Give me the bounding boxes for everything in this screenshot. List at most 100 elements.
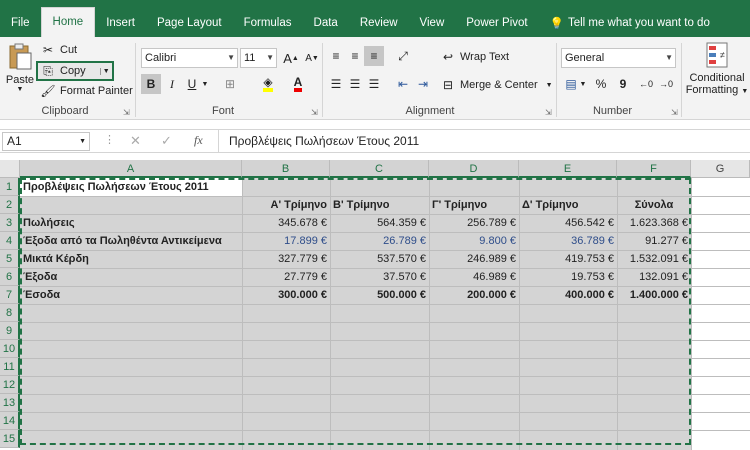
orientation-icon[interactable]: ⤢: [393, 46, 413, 66]
tab-view[interactable]: View: [409, 0, 456, 37]
bold-button[interactable]: B: [141, 74, 161, 94]
col-header-a[interactable]: A: [20, 160, 242, 178]
increase-decimal-icon[interactable]: ←0: [636, 74, 656, 94]
tab-power-pivot[interactable]: Power Pivot: [455, 0, 538, 37]
fill-color-icon[interactable]: ◈: [258, 74, 278, 94]
font-name-combo[interactable]: Calibri ▼: [141, 48, 238, 68]
tab-review[interactable]: Review: [349, 0, 409, 37]
row-header[interactable]: 4: [0, 232, 20, 250]
col-header-d[interactable]: D: [429, 160, 519, 178]
clipboard-group-label: Clipboard: [41, 105, 89, 117]
underline-button[interactable]: U: [182, 74, 202, 94]
comma-style-button[interactable]: 9: [613, 74, 633, 94]
decrease-font-icon[interactable]: A ▼: [302, 48, 322, 68]
cut-button[interactable]: ✂ Cut: [40, 42, 77, 58]
increase-indent-icon[interactable]: ⇥: [413, 74, 433, 94]
col-header-g[interactable]: G: [691, 160, 750, 178]
chevron-down-icon[interactable]: ▼: [200, 74, 210, 94]
copy-button[interactable]: ⎘ Copy ▼: [36, 61, 114, 81]
number-group-label: Number: [592, 105, 633, 117]
tab-file[interactable]: File: [0, 0, 41, 37]
copy-label: Copy: [60, 65, 86, 77]
font-size-combo[interactable]: 11 ▼: [240, 48, 277, 68]
paste-button[interactable]: Paste ▼: [4, 43, 36, 103]
row-header[interactable]: 3: [0, 214, 20, 232]
row-header[interactable]: 8: [0, 304, 20, 322]
dialog-launcher-icon[interactable]: ⇲: [671, 108, 678, 117]
row-header[interactable]: 6: [0, 268, 20, 286]
cut-label: Cut: [60, 44, 78, 56]
format-painter-button[interactable]: 🖌 Format Painter: [40, 83, 132, 99]
col-header-e[interactable]: E: [519, 160, 617, 178]
row-header[interactable]: 13: [0, 394, 20, 412]
wrap-text-label: Wrap Text: [460, 51, 510, 63]
col-header-c[interactable]: C: [330, 160, 429, 178]
enter-icon[interactable]: ✓: [161, 133, 172, 149]
row-header[interactable]: 1: [0, 178, 20, 196]
decrease-decimal-icon[interactable]: →0: [656, 74, 676, 94]
percent-button[interactable]: %: [591, 74, 611, 94]
tell-me-box[interactable]: 💡 Tell me what you want to do: [539, 0, 721, 37]
group-divider: [322, 43, 323, 117]
row-header[interactable]: 15: [0, 430, 20, 448]
merge-icon: ⊟: [442, 78, 454, 92]
conditional-formatting-label-2: Formatting: [685, 84, 739, 96]
merge-center-label: Merge & Center: [460, 79, 538, 91]
conditional-formatting-label-1: Conditional: [689, 72, 745, 84]
tab-page-layout[interactable]: Page Layout: [146, 0, 233, 37]
cancel-icon[interactable]: ✕: [130, 133, 141, 149]
increase-font-icon[interactable]: A ▲: [281, 48, 301, 68]
gridline: [691, 178, 692, 450]
align-top-icon[interactable]: ≡: [326, 46, 346, 66]
paste-icon: [9, 43, 32, 70]
insert-function-icon[interactable]: fx: [194, 133, 203, 148]
align-middle-icon[interactable]: ≡: [345, 46, 365, 66]
row-header[interactable]: 10: [0, 340, 20, 358]
col-header-b[interactable]: B: [242, 160, 330, 178]
borders-icon[interactable]: ⊞: [220, 74, 240, 94]
italic-button[interactable]: I: [162, 74, 182, 94]
tab-formulas[interactable]: Formulas: [233, 0, 303, 37]
chevron-down-icon[interactable]: ▼: [578, 74, 588, 94]
font-color-icon[interactable]: A: [288, 74, 308, 94]
select-all-corner[interactable]: [0, 160, 20, 178]
align-left-icon[interactable]: ☰: [326, 74, 346, 94]
dialog-launcher-icon[interactable]: ⇲: [311, 108, 318, 117]
number-format-combo[interactable]: General ▼: [561, 48, 676, 68]
name-box-value: A1: [7, 134, 22, 148]
tell-me-text: Tell me what you want to do: [567, 17, 710, 29]
chevron-down-icon: ▼: [665, 53, 673, 62]
align-center-icon[interactable]: ☰: [345, 74, 365, 94]
tab-data[interactable]: Data: [303, 0, 349, 37]
row-header[interactable]: 11: [0, 358, 20, 376]
row-header[interactable]: 2: [0, 196, 20, 214]
chevron-down-icon[interactable]: ▼: [99, 67, 110, 75]
col-header-f[interactable]: F: [617, 160, 691, 178]
align-bottom-icon[interactable]: ≡: [364, 46, 384, 66]
lightbulb-icon: 💡: [549, 18, 564, 30]
tab-insert[interactable]: Insert: [95, 0, 146, 37]
formula-input[interactable]: Προβλέψεις Πωλήσεων Έτους 2011: [229, 134, 419, 148]
paste-label: Paste: [5, 74, 35, 86]
row-header[interactable]: 14: [0, 412, 20, 430]
font-group-label: Font: [211, 105, 234, 117]
conditional-formatting-button[interactable]: ≠ Conditional Formatting ▼: [684, 41, 750, 96]
align-right-icon[interactable]: ☰: [364, 74, 384, 94]
chevron-down-icon: ▼: [741, 88, 749, 95]
name-box[interactable]: A1 ▼: [2, 132, 90, 151]
font-size-value: 11: [244, 52, 256, 64]
chevron-down-icon: ▼: [266, 53, 274, 62]
tab-home[interactable]: Home: [40, 7, 96, 37]
row-header[interactable]: 12: [0, 376, 20, 394]
wrap-text-button[interactable]: ↩ Wrap Text: [440, 49, 509, 65]
dialog-launcher-icon[interactable]: ⇲: [123, 108, 130, 117]
row-header[interactable]: 7: [0, 286, 20, 304]
decrease-indent-icon[interactable]: ⇤: [393, 74, 413, 94]
row-header[interactable]: 9: [0, 322, 20, 340]
copy-icon: ⎘: [43, 64, 53, 78]
merge-center-button[interactable]: ⊟ Merge & Center ▼: [440, 77, 553, 93]
font-name-value: Calibri: [145, 52, 177, 64]
row-header[interactable]: 5: [0, 250, 20, 268]
dialog-launcher-icon[interactable]: ⇲: [545, 108, 552, 117]
conditional-formatting-icon: ≠: [706, 42, 728, 68]
